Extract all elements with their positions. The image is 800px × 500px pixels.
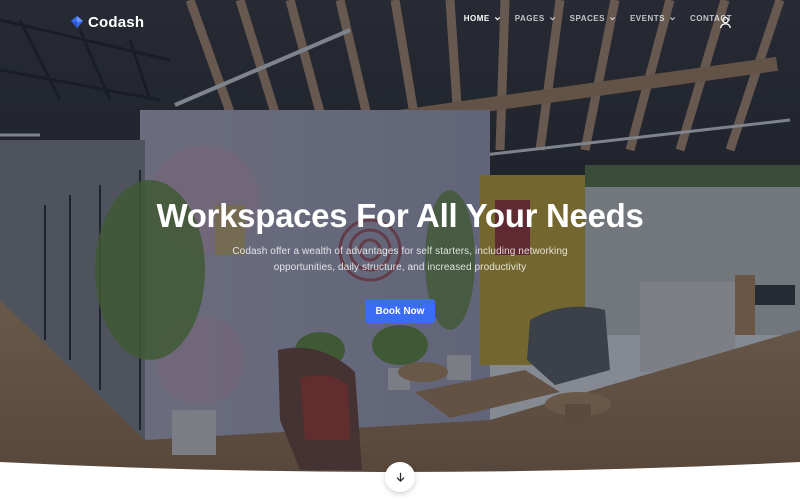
chevron-down-icon xyxy=(669,17,676,21)
nav-label: PAGES xyxy=(514,14,545,23)
user-icon xyxy=(719,16,731,28)
nav-menu: HOME PAGES SPACES EVENTS CONTACT xyxy=(464,14,732,23)
brand-name: Codash xyxy=(88,13,145,31)
hero-subtitle: Codash offer a wealth of advantages for … xyxy=(232,246,568,273)
arrow-down-icon xyxy=(396,472,404,482)
chevron-down-icon xyxy=(609,17,616,21)
nav-label: HOME xyxy=(463,14,490,23)
diamond-logo-icon xyxy=(71,16,83,28)
book-now-button[interactable]: Book Now xyxy=(365,299,435,323)
user-account-button[interactable] xyxy=(716,13,734,31)
nav-label: SPACES xyxy=(569,14,605,23)
nav-item-home[interactable]: HOME xyxy=(464,14,501,23)
chevron-down-icon xyxy=(494,17,500,21)
brand-logo-link[interactable]: Codash xyxy=(70,12,144,32)
nav-item-pages[interactable]: PAGES xyxy=(515,14,556,23)
hero-title: Workspaces For All Your Needs xyxy=(156,197,644,234)
main-navbar: Codash HOME PAGES SPACES EVENTS CONTACT xyxy=(0,0,800,44)
nav-item-spaces[interactable]: SPACES xyxy=(570,14,616,23)
nav-label: EVENTS xyxy=(629,14,665,23)
scroll-down-button[interactable] xyxy=(385,462,415,492)
hero-content: Workspaces For All Your Needs Codash off… xyxy=(0,196,800,276)
nav-item-events[interactable]: EVENTS xyxy=(630,14,676,23)
chevron-down-icon xyxy=(549,17,555,21)
